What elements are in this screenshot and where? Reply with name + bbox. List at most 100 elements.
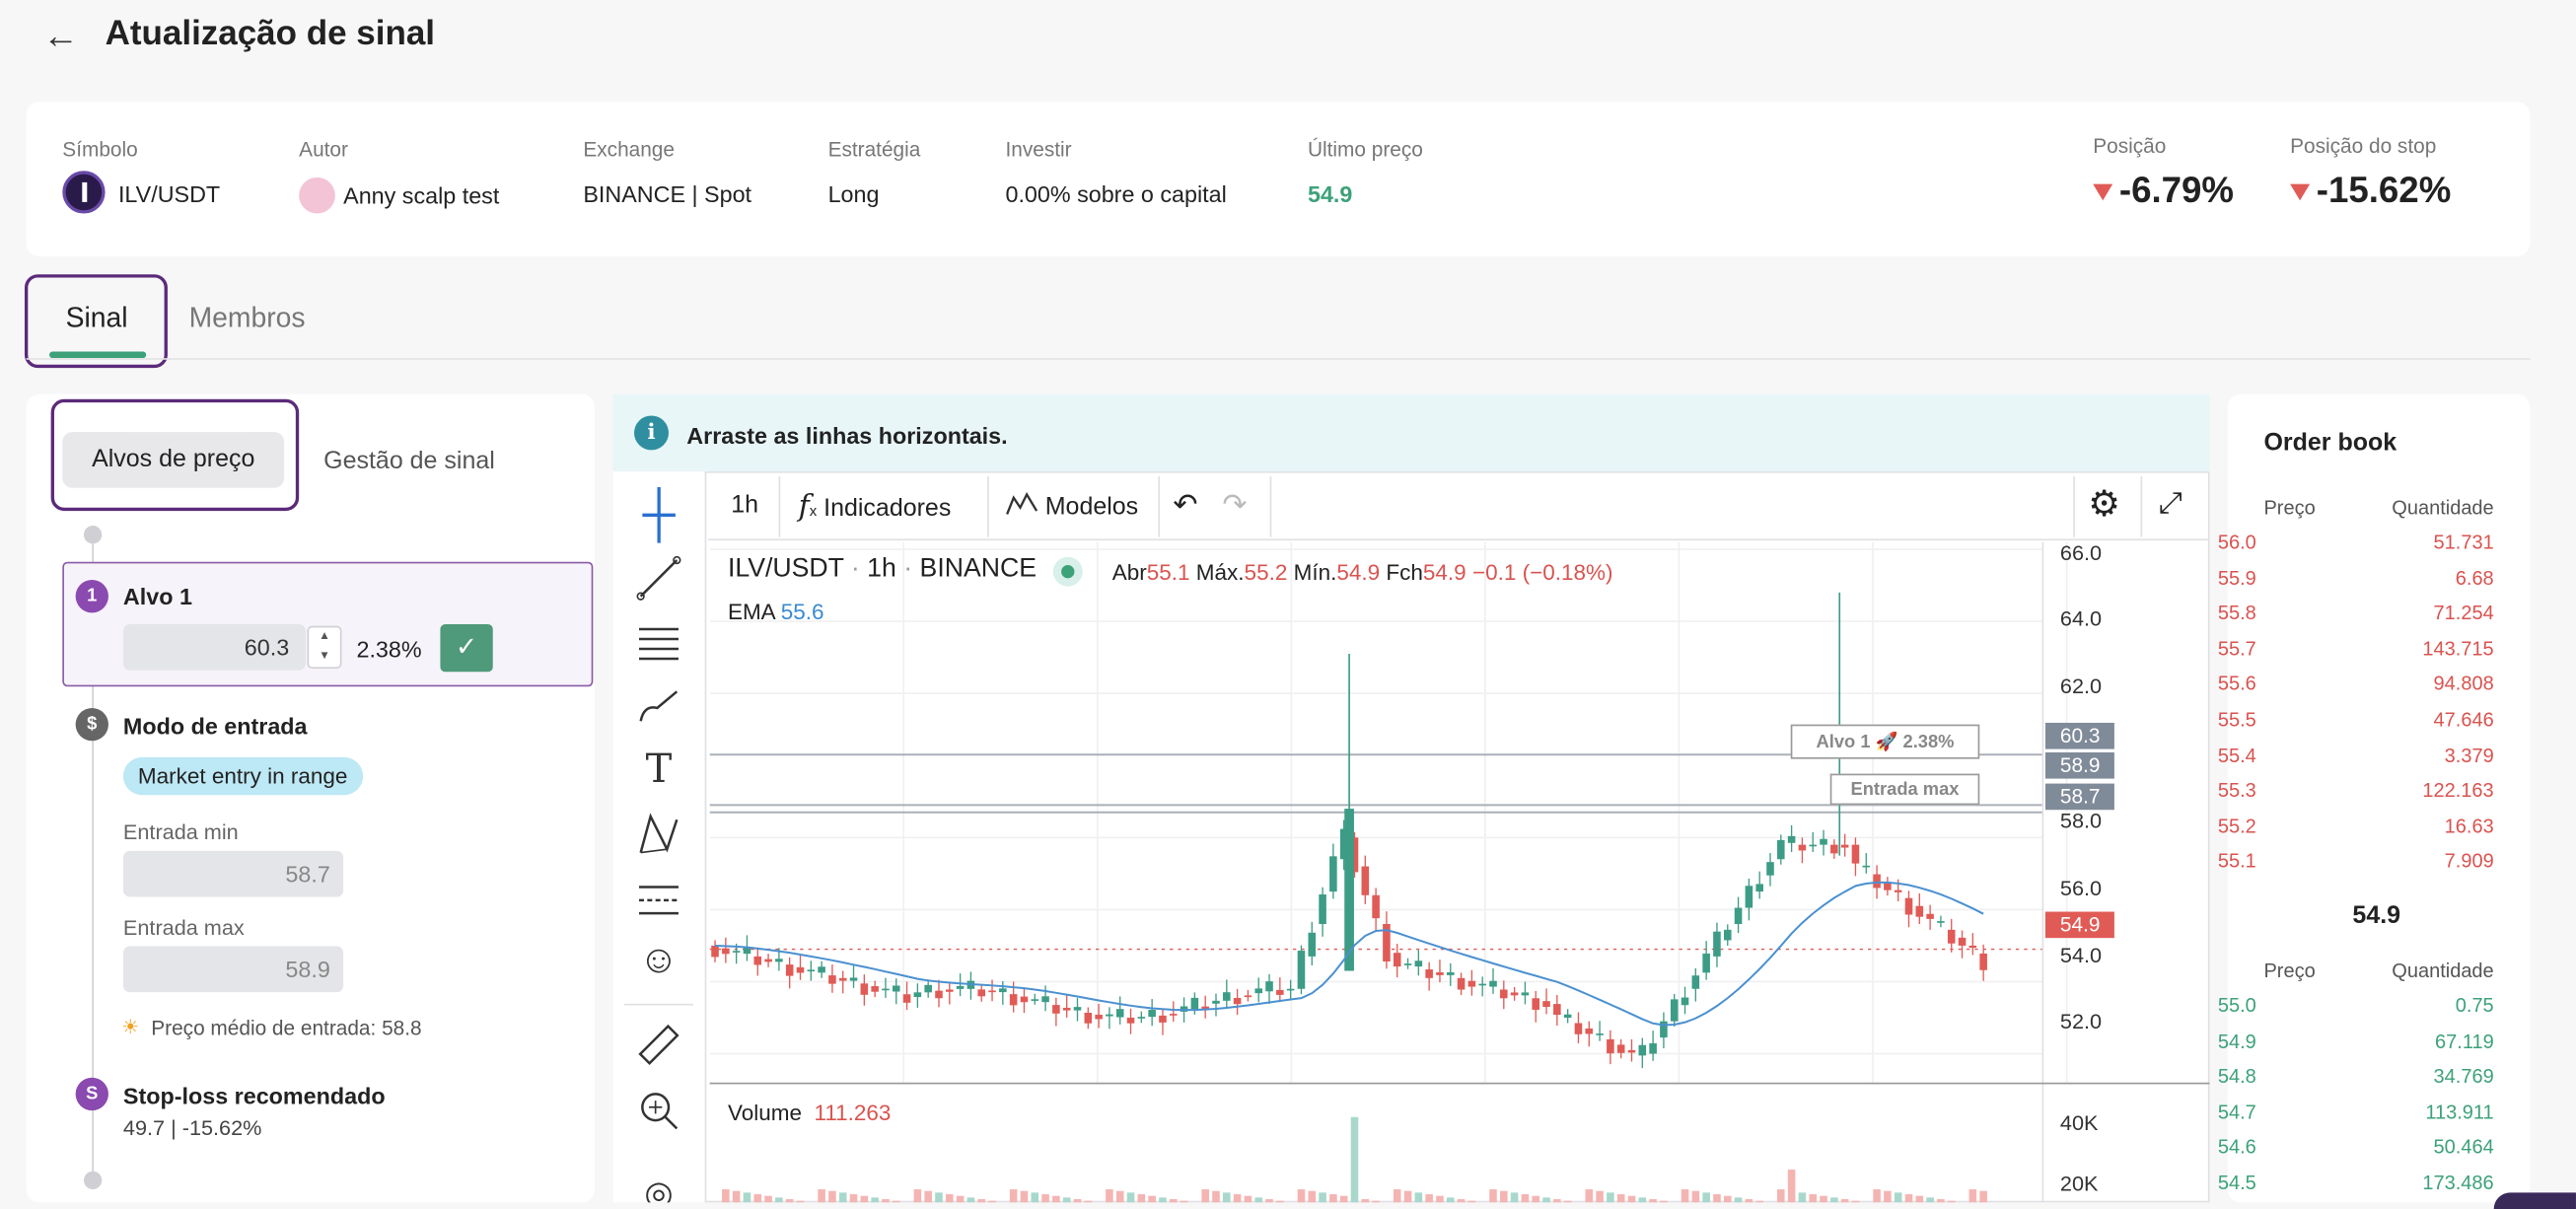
interval-button[interactable]: 1h <box>731 491 758 519</box>
ask-row[interactable]: 55.3 122.163 <box>2218 779 2494 802</box>
ultimo-preco-value: 54.9 <box>1307 180 1353 207</box>
alvo-1-price-input[interactable]: 60.3 <box>122 624 306 671</box>
ask-row[interactable]: 55.7 143.715 <box>2218 637 2494 660</box>
alvo-1-percent: 2.38% <box>356 635 422 663</box>
indicadores-button[interactable]: fx Indicadores <box>799 489 952 524</box>
ask-row[interactable]: 56.0 51.731 <box>2218 531 2494 553</box>
tabs-divider <box>26 358 2531 360</box>
entrada-max-input[interactable]: 58.9 <box>122 946 344 993</box>
tab-gestao-de-sinal[interactable]: Gestão de sinal <box>323 447 495 474</box>
candle-body <box>1745 886 1753 908</box>
ask-row[interactable]: 55.4 3.379 <box>2218 744 2494 766</box>
volume-bar <box>1713 1194 1721 1203</box>
volume-bar <box>1339 1195 1348 1203</box>
volume-bar <box>1212 1190 1220 1203</box>
candle-body <box>1851 844 1860 864</box>
volume-bar <box>924 1190 932 1203</box>
ask-row[interactable]: 55.8 71.254 <box>2218 602 2494 624</box>
text-tool-icon[interactable]: T <box>634 746 683 795</box>
preco-medio-entrada: Preço médio de entrada: 58.8 <box>151 1017 422 1040</box>
alvo-1-stepper[interactable]: ▲ ▼ <box>307 625 342 669</box>
entrada-min-input[interactable]: 58.7 <box>122 850 344 897</box>
trend-line-icon[interactable] <box>634 553 683 603</box>
fullscreen-icon[interactable]: ⤢ <box>2159 486 2182 521</box>
candle-body <box>1393 953 1401 967</box>
ask-row[interactable]: 55.2 16.63 <box>2218 815 2494 837</box>
bid-row[interactable]: 55.0 0.75 <box>2218 994 2494 1017</box>
volume-bar <box>1510 1192 1519 1203</box>
timeline-dot-top <box>83 526 103 544</box>
candle-body <box>1947 929 1956 944</box>
emoji-icon[interactable]: ☺ <box>634 938 683 987</box>
bid-row[interactable]: 54.6 50.464 <box>2218 1136 2494 1159</box>
axis-54: 54.0 <box>2059 943 2103 968</box>
templates-icon <box>1006 491 1038 515</box>
magnet-icon[interactable]: ◎ <box>634 1173 683 1203</box>
volume-bar <box>1329 1194 1337 1203</box>
crosshair-icon[interactable]: ┼ <box>634 489 683 538</box>
undo-icon[interactable]: ↶ <box>1173 488 1197 523</box>
author-avatar <box>299 177 335 214</box>
volume-bar <box>1393 1189 1401 1203</box>
candle-body <box>1734 907 1743 925</box>
bid-row[interactable]: 54.9 67.119 <box>2218 1030 2494 1052</box>
tag-entrada-min: 58.7 <box>2044 783 2114 811</box>
fib-tool-icon[interactable] <box>634 874 683 923</box>
candle-body <box>882 988 890 991</box>
redo-icon[interactable]: ↷ <box>1222 488 1247 523</box>
bid-row[interactable]: 54.8 34.769 <box>2218 1065 2494 1088</box>
volume-bar <box>1840 1199 1849 1203</box>
pattern-tool-icon[interactable] <box>634 810 683 859</box>
candle-body <box>902 994 911 1003</box>
volume-bar <box>818 1189 825 1203</box>
tab-membros[interactable]: Membros <box>189 303 306 335</box>
order-book-title: Order book <box>2263 428 2397 458</box>
volume-bar <box>1681 1189 1689 1203</box>
volume-bar <box>1372 1200 1380 1203</box>
ask-row[interactable]: 55.9 6.68 <box>2218 566 2494 589</box>
function-icon: f <box>798 489 810 525</box>
estrategia-label: Estratégia <box>827 137 921 162</box>
candle-body <box>1723 929 1732 941</box>
candle-body <box>1361 866 1370 895</box>
simbolo-value: ILV/USDT <box>117 180 221 207</box>
ask-row[interactable]: 55.6 94.808 <box>2218 673 2494 695</box>
volume-bar <box>1787 1170 1796 1203</box>
volume-bar <box>1308 1190 1317 1203</box>
ask-row[interactable]: 55.5 47.646 <box>2218 708 2494 731</box>
bid-row[interactable]: 54.5 173.486 <box>2218 1172 2494 1194</box>
volume-bar <box>828 1190 836 1203</box>
candle-body <box>1574 1023 1583 1034</box>
candle-body <box>1840 844 1849 848</box>
alvo-1-title: Alvo 1 <box>122 583 192 610</box>
horizontal-lines-icon[interactable] <box>634 617 683 667</box>
confirm-check-button[interactable]: ✓ <box>440 624 493 673</box>
alvo-1-line-label[interactable]: Alvo 1 🚀 2.38% <box>1790 724 1980 759</box>
ruler-icon[interactable] <box>634 1022 683 1071</box>
price-chart[interactable] <box>709 541 2210 1203</box>
tb-sep2 <box>987 476 989 537</box>
candle-body <box>1308 932 1317 957</box>
volume-bar <box>1542 1197 1550 1203</box>
tab-sinal[interactable]: Sinal <box>66 303 128 335</box>
bid-row[interactable]: 54.7 113.911 <box>2218 1101 2494 1123</box>
back-arrow-icon[interactable]: ← <box>42 16 82 56</box>
volume-bar <box>1233 1194 1242 1203</box>
volume-bar <box>1968 1189 1977 1203</box>
brush-icon[interactable] <box>634 681 683 731</box>
ask-row[interactable]: 55.1 7.909 <box>2218 850 2494 873</box>
candle-body <box>1607 1038 1614 1054</box>
zoom-in-icon[interactable] <box>634 1086 683 1135</box>
settings-gear-icon[interactable]: ⚙ <box>2088 483 2120 526</box>
stop-loss-title: Stop-loss recomendado <box>122 1082 386 1109</box>
modelos-button[interactable]: Modelos <box>1005 491 1138 521</box>
volume-bar <box>1809 1194 1818 1203</box>
candle-body <box>1467 980 1476 987</box>
candle-body <box>1169 1014 1178 1016</box>
volume-bar <box>1106 1189 1113 1203</box>
candle-body <box>1777 839 1785 860</box>
entrada-max-line-label[interactable]: Entrada max <box>1829 773 1980 806</box>
info-icon: i <box>633 415 669 451</box>
candle-body <box>796 966 805 973</box>
tab-alvos-de-preco[interactable]: Alvos de preço <box>62 432 285 488</box>
